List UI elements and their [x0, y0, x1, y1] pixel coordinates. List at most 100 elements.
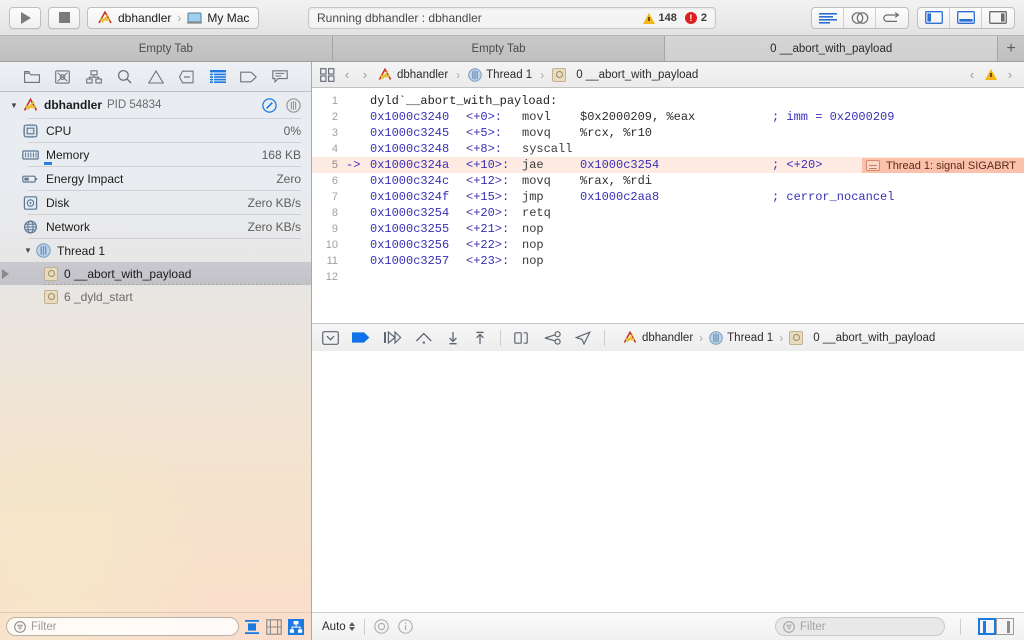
breadcrumb-project[interactable]: dbhandler [622, 331, 693, 344]
breadcrumb-thread[interactable]: Thread 1 [709, 331, 773, 345]
location-icon[interactable] [575, 331, 591, 345]
standard-editor-button[interactable] [812, 8, 844, 28]
toggle-debug-area-button[interactable] [950, 8, 982, 28]
warning-count-group[interactable]: 148 [643, 12, 677, 24]
breadcrumb-thread[interactable]: Thread 1 [468, 68, 532, 82]
add-tab-button[interactable]: + [998, 36, 1024, 61]
signal-badge-label: Thread 1: signal SIGABRT [886, 158, 1016, 174]
instruction-operands: %rcx, %r10 [580, 125, 772, 141]
code-line: 8 0x1000c3254 <+20>: retq [312, 205, 1024, 221]
run-button[interactable] [9, 7, 41, 29]
thread-twisty-icon[interactable]: ▼ [22, 246, 34, 255]
line-number: 8 [312, 205, 346, 221]
stack-frame-icon [789, 331, 803, 345]
process-row[interactable]: ▼ dbhandler PID 54834 [0, 92, 311, 118]
signal-badge[interactable]: Thread 1: signal SIGABRT [862, 158, 1024, 173]
navigate-forward-button[interactable]: › [359, 67, 371, 82]
view-hierarchy-icon[interactable] [514, 331, 531, 345]
disk-icon [22, 196, 39, 210]
show-only-relevant-button[interactable] [265, 618, 283, 636]
version-editor-button[interactable] [876, 8, 908, 28]
clear-console-icon[interactable] [374, 619, 389, 634]
error-count-group[interactable]: ! 2 [685, 12, 707, 24]
navigate-back-button[interactable]: ‹ [341, 67, 353, 82]
error-glyph: ! [689, 14, 692, 23]
tab-0[interactable]: Empty Tab [0, 36, 333, 61]
divider [500, 330, 501, 346]
play-icon [21, 12, 31, 24]
assembly-code-view[interactable]: 1 dyld`__abort_with_payload: 2 0x1000c32… [312, 88, 1024, 323]
continue-icon[interactable] [352, 331, 370, 344]
stack-frame-row-1[interactable]: 6 _dyld_start [0, 285, 311, 308]
breadcrumb-separator: › [699, 331, 703, 345]
gauge-value: Zero KB/s [248, 196, 301, 210]
show-all-threads-button[interactable] [287, 618, 305, 636]
instruction-offset: <+21>: [466, 221, 522, 237]
related-items-icon[interactable] [320, 68, 335, 82]
symbol-icon[interactable] [84, 68, 104, 86]
thread-gauge-icon[interactable] [286, 98, 301, 113]
gauge-row-energy[interactable]: Energy Impact Zero [0, 167, 311, 190]
stack-frame-row-0[interactable]: 0 __abort_with_payload [0, 262, 311, 285]
step-over-icon[interactable] [383, 331, 402, 344]
gauge-row-memory[interactable]: Memory 168 KB [0, 143, 311, 166]
instruction-mnemonic: nop [522, 221, 580, 237]
gauge-row-cpu[interactable]: CPU 0% [0, 119, 311, 142]
navigator-filter-input[interactable]: Filter [6, 617, 239, 636]
breadcrumb-label: Thread 1 [486, 69, 532, 81]
console-view-button[interactable] [996, 618, 1014, 635]
thread-icon [36, 243, 51, 258]
source-control-icon[interactable] [53, 68, 73, 86]
scheme-destination-button[interactable]: dbhandler › My Mac [87, 7, 259, 29]
process-twisty-icon[interactable]: ▼ [8, 101, 20, 110]
next-issue-button[interactable]: › [1004, 67, 1016, 82]
step-out-of-icon[interactable] [473, 331, 487, 345]
breadcrumb-project[interactable]: dbhandler [377, 68, 448, 81]
report-icon[interactable] [270, 68, 290, 86]
folder-icon[interactable] [22, 68, 42, 86]
code-line: 10 0x1000c3256 <+22>: nop [312, 237, 1024, 253]
line-number: 2 [312, 109, 346, 125]
pause-resume-gauge-icon[interactable] [262, 98, 277, 113]
activity-status-view[interactable]: Running dbhandler : dbhandler 148 ! 2 [308, 7, 716, 29]
instruction-offset: <+22>: [466, 237, 522, 253]
console-output-area[interactable] [312, 351, 1024, 612]
previous-issue-button[interactable]: ‹ [966, 67, 978, 82]
console-filter-input[interactable]: Filter [775, 617, 945, 636]
cpu-icon [22, 124, 39, 138]
step-out-icon[interactable] [446, 331, 460, 345]
debug-icon[interactable] [208, 68, 228, 86]
hide-debug-area-icon[interactable] [322, 331, 339, 345]
console-filter-placeholder: Filter [800, 621, 826, 633]
assistant-editor-button[interactable] [844, 8, 876, 28]
xcode-project-icon [97, 11, 113, 25]
breadcrumb-stack-frame[interactable]: 0 __abort_with_payload [789, 331, 935, 345]
code-line: 4 0x1000c3248 <+8>: syscall [312, 141, 1024, 157]
debug-navigator-list[interactable]: ▼ dbhandler PID 54834 [0, 92, 311, 612]
memory-graph-icon[interactable] [544, 331, 562, 345]
toggle-navigator-button[interactable] [918, 8, 950, 28]
gauge-row-disk[interactable]: Disk Zero KB/s [0, 191, 311, 214]
show-only-crashed-button[interactable] [243, 618, 261, 636]
thread-row[interactable]: ▼ Thread 1 [0, 239, 311, 262]
step-into-icon[interactable] [415, 331, 433, 344]
code-line: 3 0x1000c3245 <+5>: movq %rcx, %r10 [312, 125, 1024, 141]
debug-bar: dbhandler › Thread 1 › 0 __abort_with_pa… [312, 323, 1024, 351]
tab-2[interactable]: 0 __abort_with_payload [665, 36, 998, 61]
breakpoint-icon[interactable] [177, 68, 197, 86]
code-line-current: 5 -> 0x1000c324a <+10>: jae 0x1000c3254 … [312, 157, 1024, 173]
toggle-utilities-button[interactable] [982, 8, 1014, 28]
search-icon[interactable] [115, 68, 135, 86]
tag-icon[interactable] [239, 68, 259, 86]
variables-view-button[interactable] [978, 618, 996, 635]
warning-icon[interactable] [146, 68, 166, 86]
stop-button[interactable] [48, 7, 80, 29]
tab-1[interactable]: Empty Tab [333, 36, 666, 61]
collapse-badge-icon[interactable] [866, 160, 880, 171]
instruction-mnemonic: movq [522, 125, 580, 141]
breadcrumb-stack-frame[interactable]: 0 __abort_with_payload [552, 68, 698, 82]
console-scope-popup[interactable]: Auto [322, 621, 355, 633]
gauge-row-network[interactable]: Network Zero KB/s [0, 215, 311, 238]
info-icon[interactable] [398, 619, 413, 634]
thread-icon [709, 331, 723, 345]
